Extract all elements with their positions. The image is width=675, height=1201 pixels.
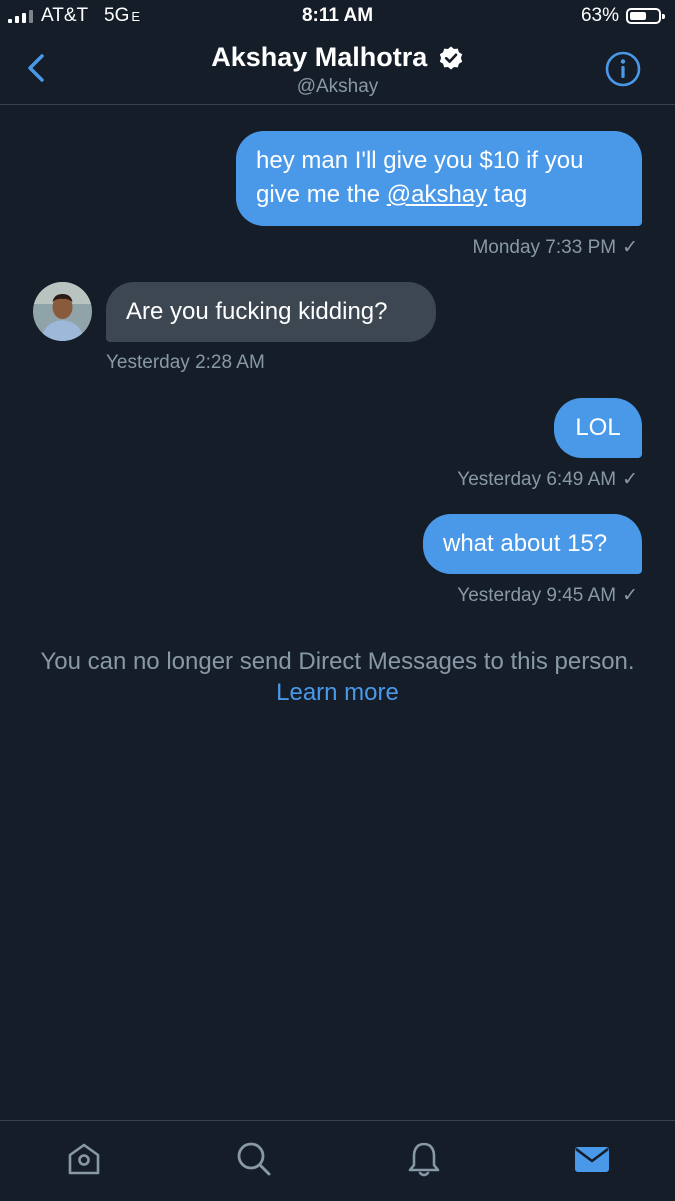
- battery-icon: [626, 8, 665, 24]
- message-timestamp: Yesterday 9:45 AM ✓: [457, 585, 638, 606]
- status-time: 8:11 AM: [301, 5, 374, 26]
- notice-text: You can no longer send Direct Messages t…: [40, 648, 635, 675]
- info-icon[interactable]: [605, 51, 641, 87]
- sent-check-icon: ✓: [622, 585, 638, 606]
- home-icon[interactable]: [64, 1139, 104, 1179]
- avatar[interactable]: [33, 282, 92, 341]
- message-timestamp: Yesterday 6:49 AM ✓: [457, 469, 638, 490]
- contact-name: Akshay Malhotra: [211, 42, 428, 72]
- mention-link[interactable]: @akshay: [387, 181, 487, 208]
- verified-badge-icon: [439, 46, 462, 69]
- bottom-tab-bar: [0, 1120, 675, 1201]
- contact-handle: @Akshay: [296, 76, 379, 97]
- message-bubble-outgoing[interactable]: LOL: [554, 398, 642, 458]
- sent-check-icon: ✓: [622, 237, 638, 258]
- message-timestamp: Monday 7:33 PM ✓: [472, 237, 638, 258]
- search-icon[interactable]: [234, 1139, 274, 1179]
- message-bubble-incoming[interactable]: Are you fucking kidding?: [106, 282, 436, 342]
- dm-restricted-notice: You can no longer send Direct Messages t…: [40, 646, 635, 708]
- message-timestamp: Yesterday 2:28 AM: [106, 352, 265, 373]
- learn-more-link[interactable]: Learn more: [276, 679, 399, 706]
- sent-check-icon: ✓: [622, 469, 638, 490]
- message-bubble-outgoing[interactable]: what about 15?: [423, 514, 642, 574]
- conversation-header: Akshay Malhotra @Akshay: [0, 34, 675, 105]
- bell-icon[interactable]: [404, 1139, 444, 1179]
- status-bar: AT&T 5G E 8:11 AM 63%: [0, 0, 675, 34]
- mail-icon[interactable]: [572, 1139, 612, 1179]
- battery-percent: 63%: [580, 5, 619, 26]
- message-bubble-outgoing[interactable]: hey man I'll give you $10 if you give me…: [236, 131, 642, 226]
